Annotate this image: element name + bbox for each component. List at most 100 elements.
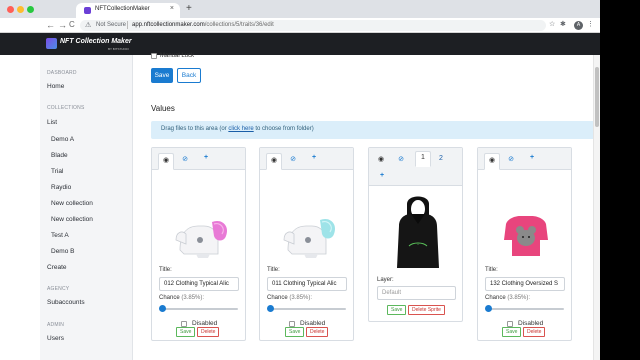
logo-text[interactable]: NFT Collection Maker xyxy=(60,38,132,45)
extensions-icon[interactable]: ✱ xyxy=(560,20,566,28)
title-label: Title: xyxy=(267,267,280,273)
card-tabs: ◉ ⊘ 1 2 + xyxy=(369,148,462,186)
chance-slider-thumb[interactable] xyxy=(485,305,492,312)
sidebar-item-users[interactable]: Users xyxy=(47,335,64,342)
app-header: NFT Collection Maker BY BITSTUDIO xyxy=(0,33,640,55)
card-tabs: ◉ ⊘ + xyxy=(260,148,353,170)
clothing-image xyxy=(504,216,548,256)
sidebar-item-list[interactable]: List xyxy=(47,119,57,126)
sidebar-item-collection[interactable]: Raydio xyxy=(51,184,71,191)
profile-avatar[interactable]: A xyxy=(574,21,583,30)
add-sprite-tab[interactable]: + xyxy=(377,172,387,179)
title-input[interactable]: 132 Clothing Oversized S xyxy=(485,277,565,291)
sidebar-item-collection[interactable]: Demo A xyxy=(51,136,74,143)
sidebar-item-collection[interactable]: New collection xyxy=(51,200,93,207)
manual-luck-checkbox[interactable] xyxy=(151,53,157,59)
ban-icon[interactable]: ⊘ xyxy=(288,155,298,163)
title-input[interactable]: 012 Clothing Typical Alic xyxy=(159,277,239,291)
scrollbar-thumb[interactable] xyxy=(595,67,599,127)
sidebar-item-collection[interactable]: New collection xyxy=(51,216,93,223)
sidebar: DASBOARD Home COLLECTIONS List Demo A Bl… xyxy=(40,55,133,360)
sidebar-item-collection[interactable]: Demo B xyxy=(51,248,74,255)
file-dropzone[interactable]: Drag files to this area (or click here t… xyxy=(151,121,601,139)
value-card: ◉ ⊘ + Title: 012 Clothing Typical Alic C… xyxy=(151,147,246,341)
card-delete-button[interactable]: Delete xyxy=(306,327,329,337)
card-save-button[interactable]: Save xyxy=(502,327,522,337)
value-card: ◉ ⊘ + Title: 011 Clothing Typical Alic C… xyxy=(259,147,354,341)
card-save-button[interactable]: Save xyxy=(285,327,305,337)
minimize-window-button[interactable] xyxy=(17,6,24,13)
chance-slider[interactable] xyxy=(160,308,238,310)
browser-tab-bar: NFTCollectionMaker × + ⌄ xyxy=(0,0,640,18)
chance-slider[interactable] xyxy=(486,308,564,310)
more-menu-icon[interactable]: ⋮ xyxy=(587,20,594,28)
ban-icon[interactable]: ⊘ xyxy=(396,155,406,163)
card-delete-button[interactable]: Delete xyxy=(197,327,220,337)
reload-icon[interactable]: C xyxy=(69,19,75,31)
chance-label: Chance (3.85%): xyxy=(485,295,531,301)
star-icon[interactable]: ☆ xyxy=(549,20,555,28)
dropzone-text: Drag files to this area (or click here t… xyxy=(161,126,314,132)
sidebar-item-subaccounts[interactable]: Subaccounts xyxy=(47,299,85,306)
card-delete-button[interactable]: Delete xyxy=(523,327,546,337)
manual-luck-label: Manual Luck xyxy=(160,53,195,59)
maximize-window-button[interactable] xyxy=(27,6,34,13)
sidebar-heading-collections: COLLECTIONS xyxy=(47,105,85,111)
chance-label: Chance (3.85%): xyxy=(267,295,313,301)
chance-slider-thumb[interactable] xyxy=(267,305,274,312)
sidebar-item-collection[interactable]: Trial xyxy=(51,168,63,175)
close-icon[interactable]: × xyxy=(170,5,174,12)
card-save-button[interactable]: Save xyxy=(176,327,196,337)
eye-icon: ◉ xyxy=(488,157,496,164)
tab-sprite-1[interactable]: 1 xyxy=(415,151,431,167)
add-sprite-tab[interactable]: + xyxy=(527,154,537,161)
close-window-button[interactable] xyxy=(7,6,14,13)
logo-subtitle: BY BITSTUDIO xyxy=(108,47,129,51)
sidebar-item-collection[interactable]: Blade xyxy=(51,152,68,159)
back-button[interactable]: Back xyxy=(177,68,201,83)
new-tab-button[interactable]: + xyxy=(186,3,192,15)
click-here-link[interactable]: click here xyxy=(228,126,253,132)
tab-preview[interactable]: ◉ xyxy=(484,153,500,170)
value-card: ◉ ⊘ + Title: 132 Clothing Oversized S Ch… xyxy=(477,147,572,341)
logo-icon xyxy=(46,38,57,49)
values-heading: Values xyxy=(151,104,175,113)
tab-preview[interactable]: ◉ xyxy=(266,153,282,170)
sidebar-heading-agency: AGENCY xyxy=(47,286,70,292)
ban-icon[interactable]: ⊘ xyxy=(506,155,516,163)
disabled-label: Disabled xyxy=(518,320,544,327)
delete-sprite-button[interactable]: Delete Sprite xyxy=(408,305,445,315)
layer-input[interactable]: Default xyxy=(377,286,456,300)
title-label: Title: xyxy=(485,267,498,273)
sprite-save-button[interactable]: Save xyxy=(387,305,407,315)
save-button[interactable]: Save xyxy=(151,68,173,83)
add-sprite-tab[interactable]: + xyxy=(309,154,319,161)
sidebar-item-create[interactable]: Create xyxy=(47,264,67,271)
browser-tab[interactable]: NFTCollectionMaker × xyxy=(76,3,180,18)
back-arrow-icon[interactable]: ← xyxy=(46,19,55,31)
chance-slider-thumb[interactable] xyxy=(159,305,166,312)
chance-slider[interactable] xyxy=(268,308,346,310)
card-tabs: ◉ ⊘ + xyxy=(152,148,245,170)
page-scrollbar[interactable] xyxy=(593,55,600,360)
warning-icon: ⚠ xyxy=(85,22,92,29)
chance-label: Chance (3.85%): xyxy=(159,295,205,301)
right-gutter xyxy=(600,0,640,360)
add-sprite-tab[interactable]: + xyxy=(201,154,211,161)
url-text: app.nftcollectionmaker.com/collections/5… xyxy=(132,22,274,28)
disabled-label: Disabled xyxy=(300,320,326,327)
tab-sprite-2[interactable]: 2 xyxy=(436,155,446,162)
sidebar-item-home[interactable]: Home xyxy=(47,83,64,90)
tab-preview[interactable]: ◉ xyxy=(158,153,174,170)
tab-preview[interactable]: ◉ xyxy=(376,155,386,163)
favicon-icon xyxy=(84,7,91,14)
sidebar-item-collection[interactable]: Test A xyxy=(51,232,69,239)
forward-arrow-icon[interactable]: → xyxy=(58,19,67,31)
hoodie-image: ~ xyxy=(397,196,439,268)
card-tabs: ◉ ⊘ + xyxy=(478,148,571,170)
title-input[interactable]: 011 Clothing Typical Alic xyxy=(267,277,347,291)
url-divider xyxy=(127,21,128,29)
main-content: Manual Luck Save Back Values Drag files … xyxy=(133,53,601,360)
ban-icon[interactable]: ⊘ xyxy=(180,155,190,163)
url-input[interactable]: ⚠ Not Secure app.nftcollectionmaker.com/… xyxy=(80,20,546,31)
